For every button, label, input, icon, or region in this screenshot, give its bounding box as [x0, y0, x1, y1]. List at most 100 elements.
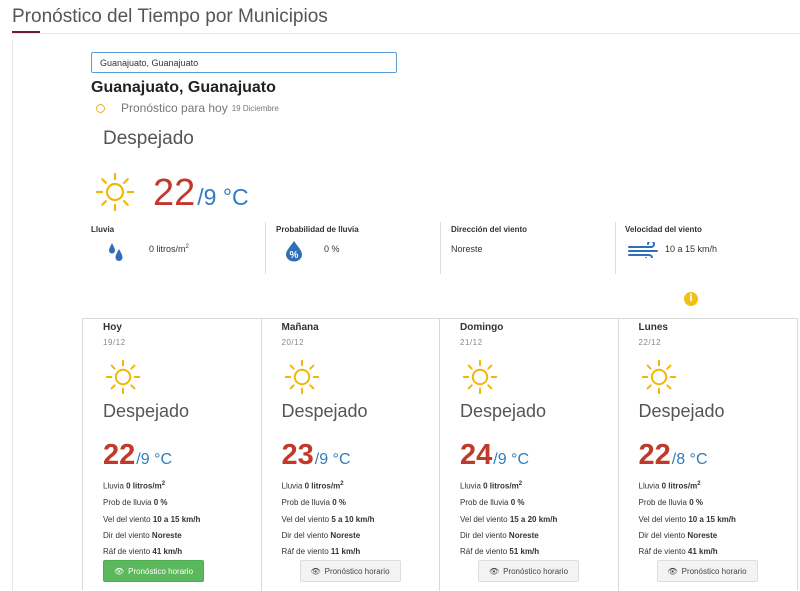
rain-value: 0 litros/m: [483, 481, 519, 491]
day-temperature: 22/8 °C: [639, 439, 708, 472]
today-label: Pronóstico para hoy: [121, 101, 228, 115]
page-title: Pronóstico del Tiempo por Municipios: [12, 6, 328, 27]
day-min-temp: /9 °C: [136, 451, 173, 468]
rain-sup: 2: [697, 481, 701, 487]
prob-value: 0 %: [689, 498, 703, 507]
day-wind-direction: Dir del viento Noreste: [639, 531, 718, 540]
prob-value: 0 %: [510, 498, 525, 507]
gust-label: Ráf de viento: [103, 547, 153, 556]
day-wind-speed: Vel del viento 15 a 20 km/h: [460, 515, 557, 524]
day-name: Hoy: [103, 322, 122, 333]
today-forecast-label: Pronóstico para hoy 19 Diciembre: [96, 101, 279, 115]
info-icon[interactable]: i: [684, 292, 698, 306]
sun-icon: [284, 359, 319, 395]
today-max-temp: 22: [153, 172, 196, 214]
daily-forecast-cards: Hoy 19/12 Despejado 22/9 °C Lluvia 0 lit…: [82, 318, 798, 591]
day-wind-direction: Dir del viento Noreste: [103, 531, 182, 540]
stat-prob-value: 0 %: [324, 244, 340, 254]
dir-value: Noreste: [508, 531, 539, 540]
rain-sup: 2: [518, 481, 523, 487]
stat-rain: Lluvia 0 litros/m2: [91, 225, 261, 275]
clock-icon: [96, 103, 105, 113]
day-max-temp: 24: [460, 439, 493, 471]
gust-value: 11 km/h: [330, 547, 361, 556]
day-max-temp: 22: [638, 439, 671, 471]
dir-value: Noreste: [330, 531, 361, 540]
day-rain: Lluvia 0 litros/m2: [460, 481, 522, 491]
stat-rain-probability: Probabilidad de lluvia % 0 %: [276, 225, 436, 275]
day-date: 21/12: [460, 338, 483, 347]
day-wind-gust: Ráf de viento 51 km/h: [460, 547, 539, 556]
gust-value: 41 km/h: [687, 547, 718, 556]
dir-value: Noreste: [687, 531, 718, 540]
rain-label: Lluvia: [638, 481, 662, 491]
dir-label: Dir del viento: [638, 531, 688, 540]
day-name: Mañana: [281, 322, 319, 333]
hourly-forecast-label: Pronóstico horario: [324, 566, 390, 576]
prob-label: Prob de lluvia: [638, 498, 690, 507]
day-date: 22/12: [638, 338, 662, 347]
stat-wind-direction: Dirección del viento Noreste: [451, 225, 611, 275]
wind-label: Vel del viento: [460, 515, 510, 524]
day-rain-probability: Prob de lluvia 0 %: [639, 498, 704, 507]
rain-value: 0 litros/m: [126, 481, 162, 491]
day-wind-gust: Ráf de viento 41 km/h: [103, 547, 182, 556]
rain-value: 0 litros/m: [304, 481, 341, 491]
day-max-temp: 23: [281, 439, 314, 471]
dir-label: Dir del viento: [460, 531, 509, 540]
prob-label: Prob de lluvia: [103, 498, 154, 507]
hourly-forecast-button[interactable]: 👁 Pronóstico horario: [478, 560, 579, 582]
sun-icon: [105, 359, 141, 395]
svg-text:%: %: [290, 250, 299, 261]
day-wind-gust: Ráf de viento 11 km/h: [282, 547, 361, 556]
hourly-forecast-label: Pronóstico horario: [128, 566, 194, 576]
gust-value: 51 km/h: [509, 547, 540, 556]
sun-icon: [462, 359, 498, 395]
day-card: Hoy 19/12 Despejado 22/9 °C Lluvia 0 lit…: [83, 319, 262, 591]
day-wind-speed: Vel del viento 10 a 15 km/h: [103, 515, 200, 524]
hourly-forecast-button[interactable]: 👁 Pronóstico horario: [103, 560, 204, 582]
rain-label: Lluvia: [460, 481, 484, 491]
day-date: 19/12: [103, 338, 126, 347]
day-condition: Despejado: [281, 401, 368, 421]
day-condition: Despejado: [638, 401, 725, 421]
rain-sup: 2: [340, 481, 344, 487]
wind-value: 15 a 20 km/h: [509, 515, 558, 524]
day-date: 20/12: [281, 338, 305, 347]
hourly-forecast-button[interactable]: 👁 Pronóstico horario: [299, 560, 401, 582]
day-name: Domingo: [460, 322, 504, 333]
stat-rain-label: Lluvia: [91, 225, 115, 234]
day-condition: Despejado: [103, 401, 190, 421]
wind-value: 10 a 15 km/h: [152, 515, 201, 524]
stat-rain-sup: 2: [185, 244, 189, 250]
hourly-forecast-label: Pronóstico horario: [503, 566, 569, 576]
today-date: 19 Diciembre: [231, 103, 279, 113]
stat-dir-value: Noreste: [451, 244, 483, 254]
day-wind-speed: Vel del viento 5 a 10 km/h: [282, 515, 375, 524]
stat-prob-label: Probabilidad de lluvia: [276, 225, 359, 234]
stat-wind-speed: Velocidad del viento 10 a 15 km/h: [625, 225, 795, 275]
day-wind-speed: Vel del viento 10 a 15 km/h: [639, 515, 736, 524]
wind-value: 10 a 15 km/h: [688, 515, 736, 524]
left-border: [12, 40, 13, 590]
today-condition: Despejado: [103, 128, 194, 149]
percent-icon: %: [286, 241, 302, 262]
municipality-search-input[interactable]: [91, 52, 397, 73]
stat-speed-label: Velocidad del viento: [625, 225, 702, 234]
rain-sup: 2: [161, 481, 166, 487]
day-temperature: 23/9 °C: [282, 439, 351, 472]
dir-label: Dir del viento: [103, 531, 152, 540]
gust-value: 41 km/h: [152, 547, 183, 556]
prob-label: Prob de lluvia: [281, 498, 333, 507]
today-min-temp: /9 °C: [197, 184, 249, 210]
hourly-forecast-button[interactable]: 👁 Pronóstico horario: [656, 560, 758, 582]
wind-label: Vel del viento: [103, 515, 153, 524]
location-heading: Guanajuato, Guanajuato: [91, 79, 276, 96]
stat-dir-label: Dirección del viento: [451, 225, 528, 234]
day-rain-probability: Prob de lluvia 0 %: [103, 498, 168, 507]
stat-divider: [440, 222, 441, 274]
day-wind-direction: Dir del viento Noreste: [460, 531, 539, 540]
day-rain: Lluvia 0 litros/m2: [639, 481, 701, 491]
eye-icon: 👁: [488, 566, 500, 576]
day-wind-direction: Dir del viento Noreste: [282, 531, 361, 540]
